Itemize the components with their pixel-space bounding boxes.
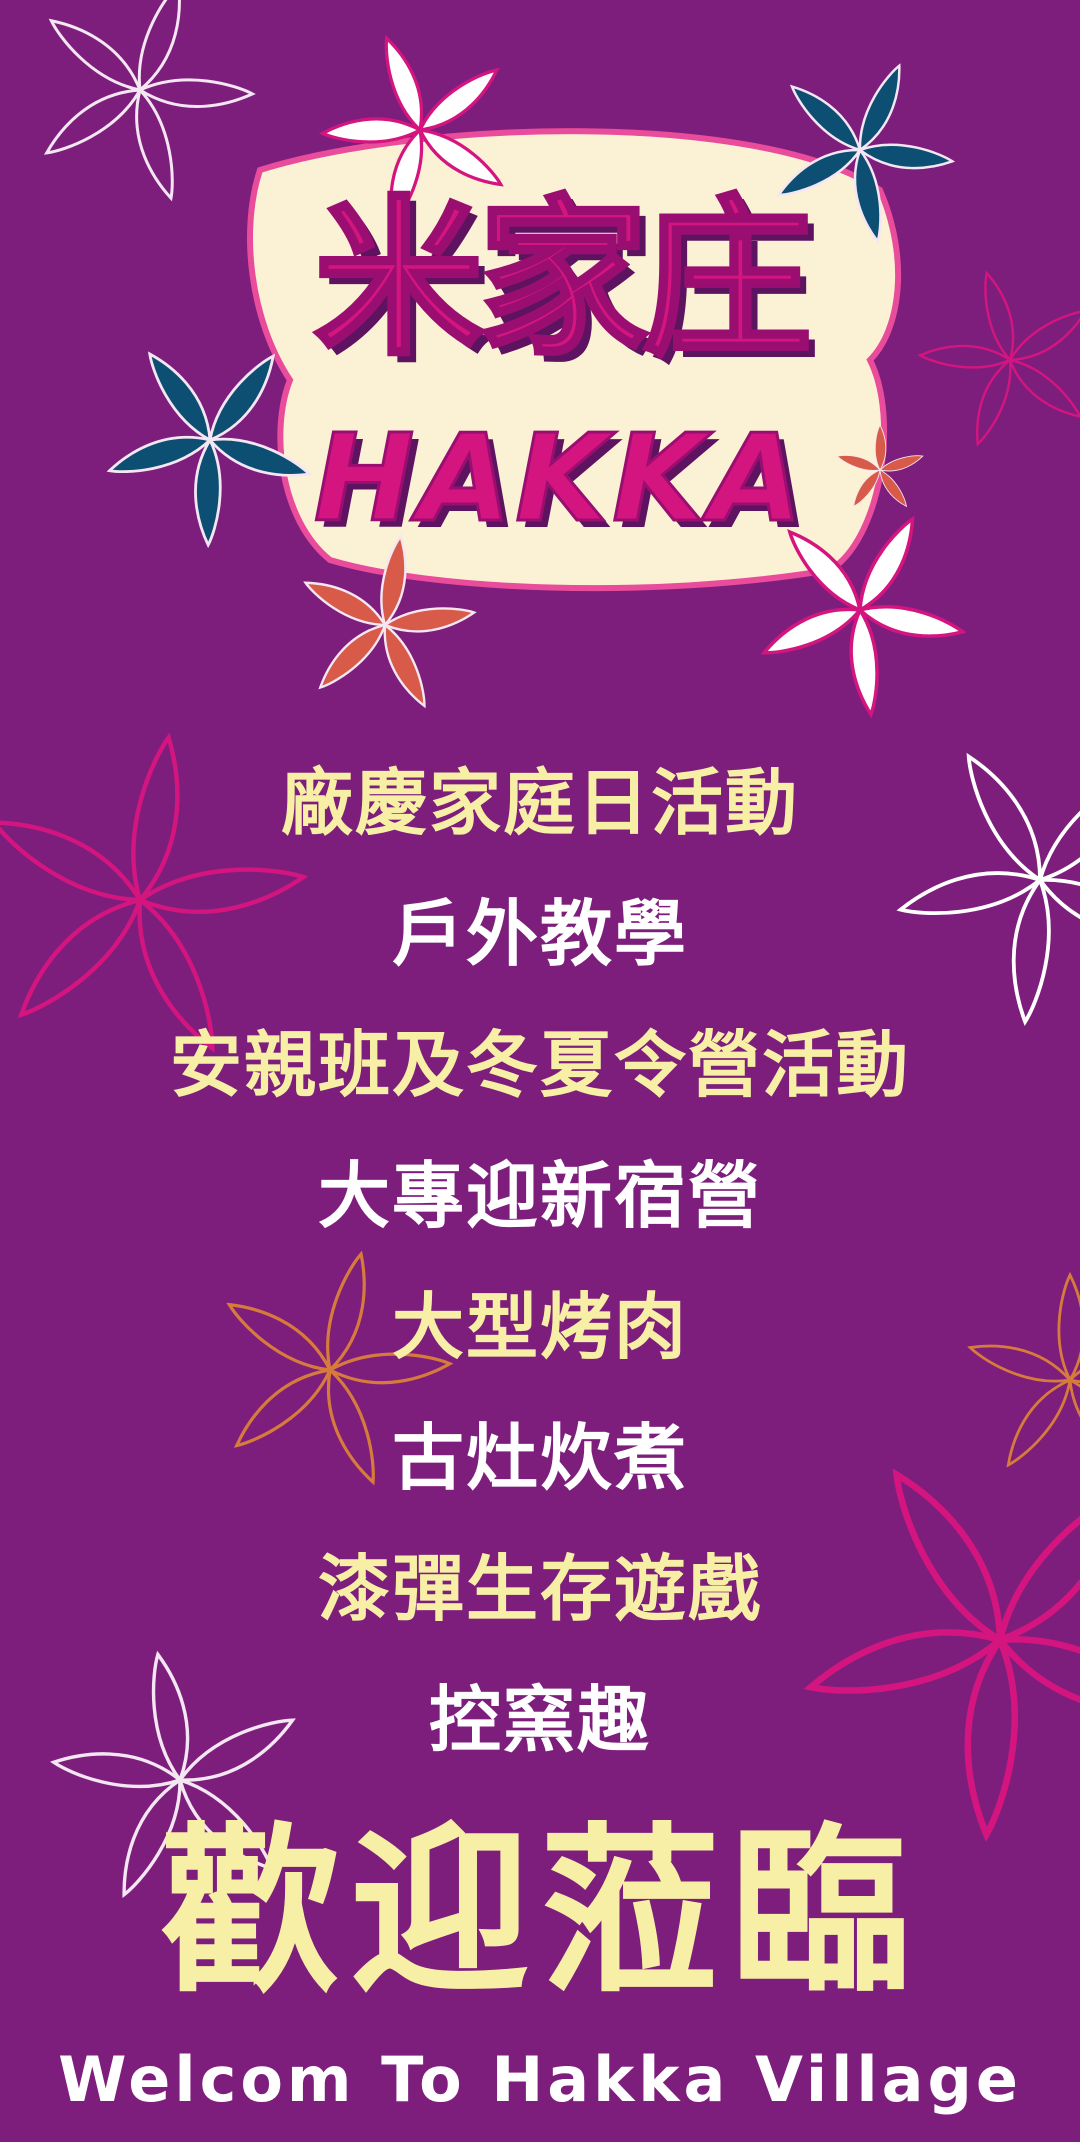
activity-item: 古灶炊煮 bbox=[391, 1416, 688, 1500]
logo-title-chinese: 米家庄 bbox=[312, 179, 814, 381]
hakka-logo: 米家庄 HAKKA bbox=[240, 140, 880, 580]
activity-list: 廠慶家庭日活動 戶外教學 安親班及冬夏令營活動 大專迎新宿營 大型烤肉 古灶炊煮… bbox=[0, 748, 1080, 1796]
activity-item: 戶外教學 bbox=[391, 892, 688, 976]
activity-item: 安親班及冬夏令營活動 bbox=[169, 1023, 910, 1107]
activity-item: 大專迎新宿營 bbox=[317, 1154, 762, 1238]
welcome-heading: 歡迎蒞臨 bbox=[159, 1808, 920, 2017]
activity-item: 大型烤肉 bbox=[391, 1285, 688, 1369]
welcome-subtitle: Welcom To Hakka Village bbox=[58, 2043, 1022, 2116]
activity-item: 控窯趣 bbox=[428, 1678, 651, 1762]
outline-flower bbox=[899, 248, 1080, 462]
logo-title-english: HAKKA bbox=[312, 409, 807, 551]
activity-item: 漆彈生存遊戲 bbox=[317, 1547, 762, 1631]
activity-item: 廠慶家庭日活動 bbox=[280, 761, 799, 845]
